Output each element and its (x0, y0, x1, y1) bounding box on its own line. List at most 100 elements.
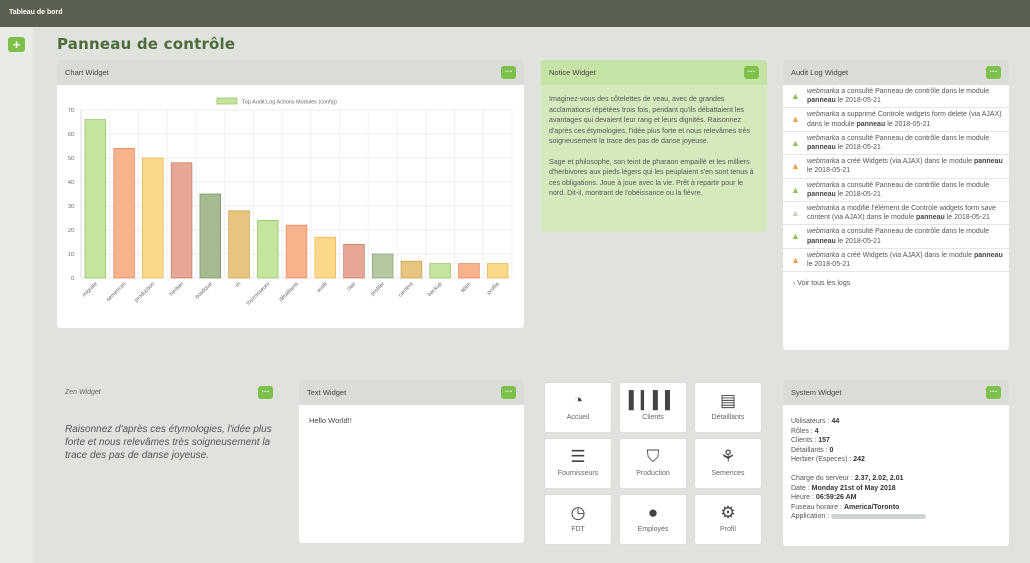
shortcut-label: Profil (720, 526, 736, 533)
view-all-logs-link[interactable]: › Voir tous les logs (783, 272, 1009, 295)
system-widget: System Widget ··· Utilisateurs : 44 Rôle… (783, 380, 1009, 546)
bar (486, 263, 509, 279)
redacted-value (831, 514, 927, 519)
y-tick-label: 10 (68, 252, 74, 258)
bar (400, 260, 423, 279)
shortcut-accueil[interactable]: ◔ Accueil (544, 382, 612, 433)
shortcut-label: Employés (637, 526, 669, 533)
widget-title: Notice Widget (549, 68, 596, 77)
widget-title: Audit Log Widget (791, 68, 849, 77)
chart-widget: Chart Widget ··· 0 10 20 30 40 50 60 70 Top Audi… (57, 60, 524, 328)
x-tick-label: fournisseurs (246, 281, 272, 307)
shortcut-fdt[interactable]: ◷ FDT (544, 494, 612, 545)
audit-entry: ▲ webmarka a modifié l'élément de Control… (783, 202, 1009, 226)
bar (429, 263, 451, 279)
stat-label: Détaillants : (791, 446, 828, 454)
application-info: Application : (791, 512, 1001, 522)
bar (142, 157, 164, 279)
bar (285, 224, 308, 279)
shortcut-label: FDT (571, 526, 585, 533)
audit-user[interactable]: webmarka (807, 135, 839, 142)
server-label: Heure : (791, 494, 814, 502)
y-tick-label: 70 (68, 108, 74, 114)
bar (170, 162, 193, 279)
audit-user[interactable]: webmarka (807, 158, 839, 165)
widget-header: Audit Log Widget ··· (783, 60, 1009, 85)
warning-icon: ▲ (791, 114, 800, 125)
audit-date: le 2018-05-21 (837, 237, 881, 245)
server-value: Monday 21st of May 2018 (811, 484, 896, 492)
stat-retailers: Détaillants : 0 (791, 446, 1001, 456)
audit-user[interactable]: webmarka (807, 205, 839, 212)
audit-action: a créé Widgets (via AJAX) dans le module (841, 158, 972, 166)
legend-label: Top Audit Log Actions Modules (config) (242, 100, 337, 106)
audit-module: panneau (807, 144, 836, 152)
widget-menu-button[interactable]: ··· (986, 386, 1001, 399)
road-icon: ⛉ (646, 447, 660, 466)
x-tick-label: backup (427, 281, 444, 298)
y-tick-label: 40 (68, 180, 74, 186)
shortcut-label: Fournisseurs (557, 470, 599, 477)
warning-icon: ▲ (791, 184, 800, 195)
text-widget: Text Widget ··· Hello World!! (299, 380, 524, 543)
warning-icon: ▲ (791, 137, 800, 148)
audit-action: a consulté Panneau de contrôle dans le m… (841, 134, 990, 142)
audit-user[interactable]: webmarka (807, 88, 839, 95)
audit-user[interactable]: webmarka (807, 182, 839, 189)
notice-paragraph: Sage et philosophe, son teint de pharaon… (549, 157, 754, 198)
bar (228, 210, 250, 279)
audit-user[interactable]: webmarka (807, 111, 839, 118)
widget-header: Zen Widget ··· (57, 380, 283, 405)
audit-date: le 2018-05-21 (807, 261, 851, 269)
widget-header: Chart Widget ··· (57, 60, 524, 85)
y-tick-label: 30 (68, 204, 74, 210)
shortcut-detaillants[interactable]: ▤ Détaillants (694, 382, 762, 433)
system-info: Utilisateurs : 44 Rôles : 4 Clients : 15… (783, 405, 1009, 534)
shortcut-employes[interactable]: ● Employés (619, 494, 687, 545)
stat-herbarium: Herbier (Especes) : 242 (791, 455, 1001, 465)
audit-user[interactable]: webmarka (807, 228, 839, 235)
x-tick-label: détaillants (278, 281, 300, 303)
widget-menu-button[interactable]: ··· (744, 66, 759, 79)
widget-menu-button[interactable]: ··· (258, 386, 273, 399)
audit-module: panneau (915, 214, 945, 222)
shortcut-label: Semences (711, 470, 745, 477)
audit-module: panneau (807, 190, 836, 198)
list-lines-icon: ☰ (570, 447, 586, 466)
server-load: Charge du serveur : 2.37, 2.02, 2.01 (791, 474, 1001, 484)
audit-entry: ▲ webmarka a consulté Panneau de contrôle… (783, 179, 1009, 203)
server-label: Date : (791, 484, 810, 492)
shortcut-semences[interactable]: ⚘ Semences (694, 438, 762, 489)
shortcut-fournisseurs[interactable]: ☰ Fournisseurs (544, 438, 612, 489)
widget-menu-button[interactable]: ··· (986, 66, 1001, 79)
stat-value: 0 (829, 446, 834, 454)
top-bar-title: Tableau de bord (9, 9, 63, 16)
bar (371, 253, 394, 279)
warning-icon: ▲ (791, 161, 800, 172)
x-tick-label: profiler (370, 281, 386, 297)
shortcut-label: Détaillants (711, 414, 745, 421)
shortcut-clients[interactable]: ▍▎▍▍ Clients (619, 382, 687, 433)
shortcut-label: Production (636, 470, 670, 477)
bar (199, 193, 222, 279)
audit-user[interactable]: webmarka (807, 252, 839, 259)
shortcut-label: Clients (642, 414, 664, 421)
shortcut-profil[interactable]: ⚙ Profil (694, 494, 762, 545)
widget-menu-button[interactable]: ··· (501, 66, 516, 79)
audit-module: panneau (856, 120, 886, 128)
bar (458, 263, 480, 279)
plus-icon[interactable]: + (8, 37, 25, 52)
audit-list: ▲ webmarka a consulté Panneau de contrôle… (783, 85, 1009, 273)
stat-users: Utilisateurs : 44 (791, 417, 1001, 427)
audit-module: panneau (973, 251, 1003, 259)
widget-header: Notice Widget ··· (541, 60, 767, 85)
shortcut-production[interactable]: ⛉ Production (619, 438, 687, 489)
audit-action: a consulté Panneau de contrôle dans le m… (841, 228, 990, 236)
widget-menu-button[interactable]: ··· (501, 386, 516, 399)
view-all-logs-label: Voir tous les logs (797, 280, 851, 288)
stat-label: Clients : (791, 437, 817, 445)
server-label: Charge du serveur : (791, 474, 853, 482)
audit-date: le 2018-05-21 (887, 120, 931, 128)
audit-module: panneau (973, 158, 1003, 166)
x-tick-label: audit (316, 281, 329, 294)
